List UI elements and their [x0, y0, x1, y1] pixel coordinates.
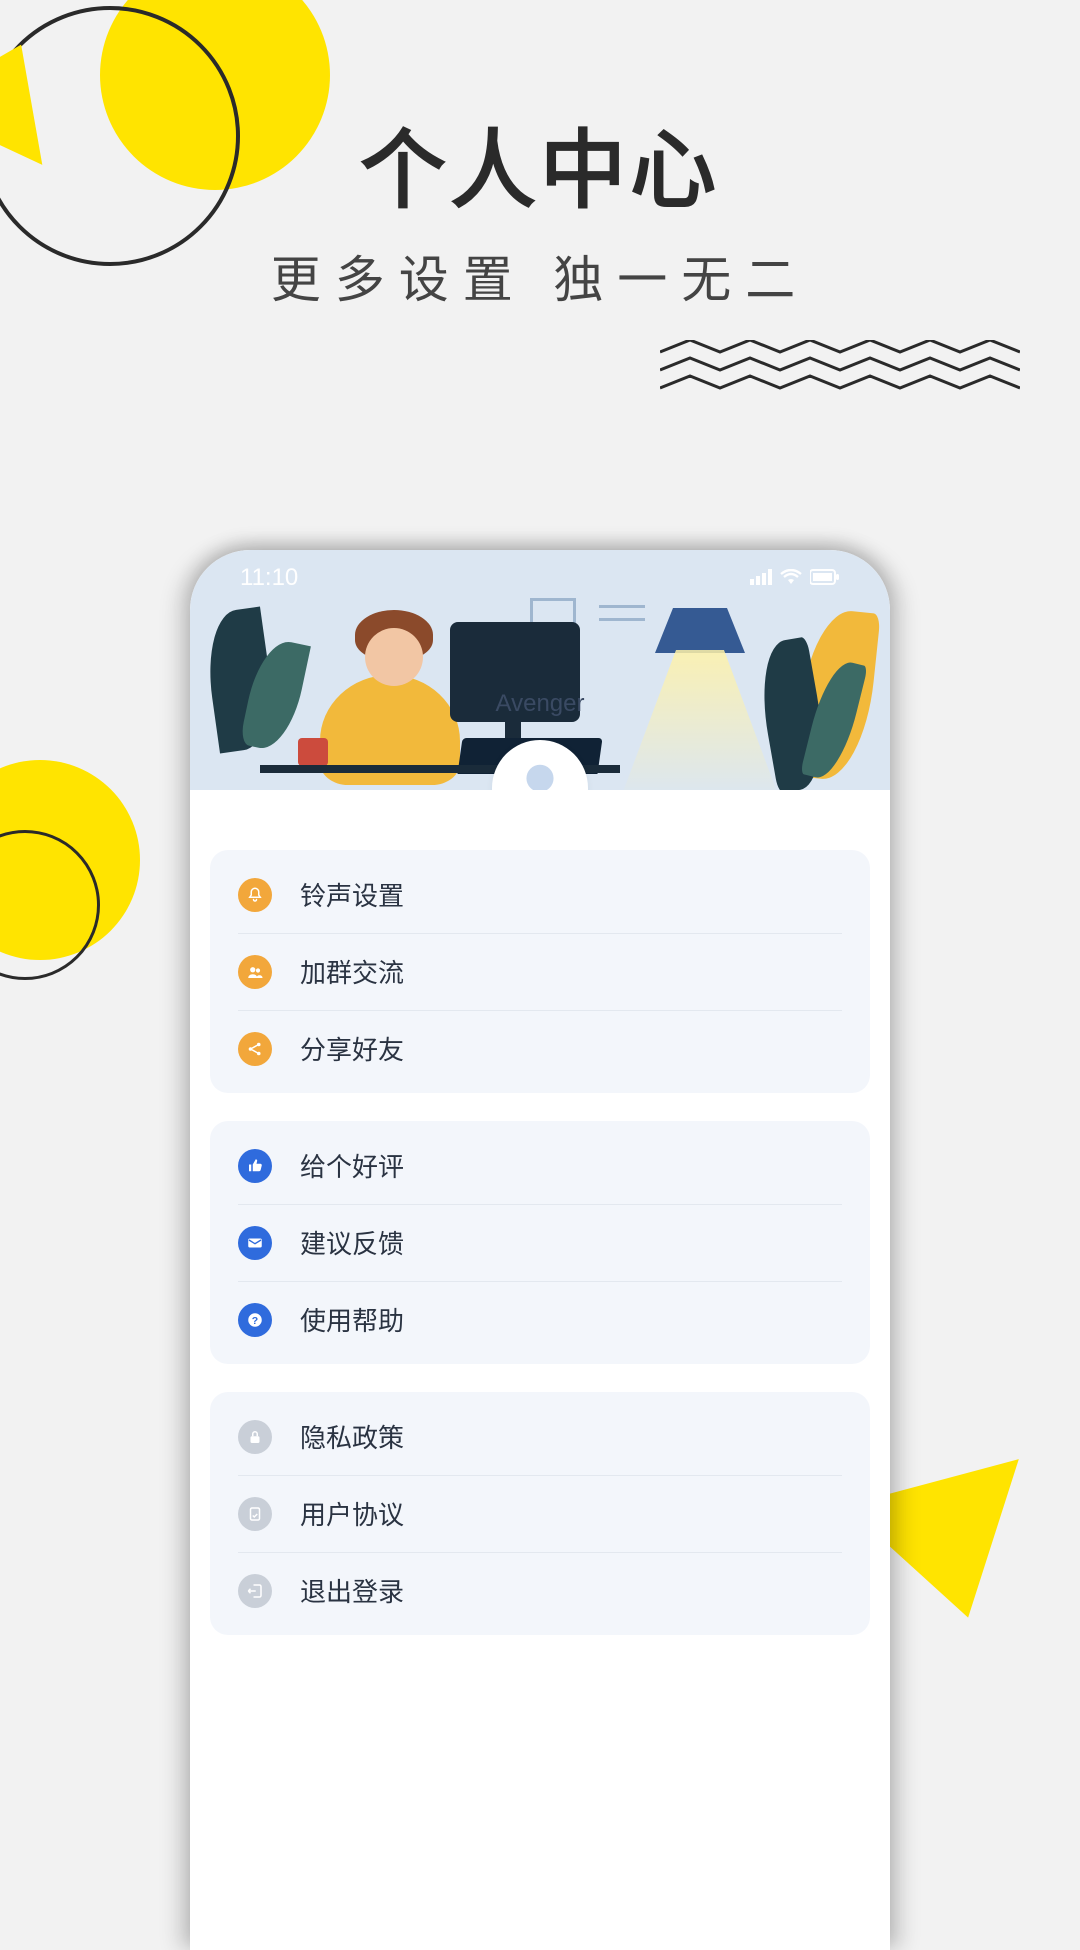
row-label: 铃声设置: [300, 876, 404, 913]
row-label: 用户协议: [300, 1495, 404, 1532]
row-label: 加群交流: [300, 953, 404, 990]
row-share[interactable]: 分享好友: [210, 1010, 870, 1087]
doc-icon: [238, 1497, 272, 1531]
settings-group-3: 隐私政策 用户协议 退出登录: [210, 1392, 870, 1635]
mail-icon: [238, 1226, 272, 1260]
page-title: 个人中心: [0, 100, 1080, 225]
settings-group-2: 给个好评 建议反馈 ? 使用帮助: [210, 1121, 870, 1364]
row-group-chat[interactable]: 加群交流: [210, 933, 870, 1010]
row-label: 退出登录: [300, 1572, 404, 1609]
username: Avenger: [496, 690, 585, 718]
row-help[interactable]: ? 使用帮助: [210, 1281, 870, 1358]
row-label: 建议反馈: [300, 1224, 404, 1261]
svg-text:?: ?: [252, 1314, 258, 1326]
row-label: 隐私政策: [300, 1418, 404, 1455]
thumb-icon: [238, 1149, 272, 1183]
settings-list: 铃声设置 加群交流 分享好友 给个好评: [190, 790, 890, 1635]
page-subtitle: 更多设置 独一无二: [0, 240, 1080, 312]
phone-header: 11:10 Avenger: [190, 550, 890, 790]
row-label: 使用帮助: [300, 1301, 404, 1338]
row-label: 给个好评: [300, 1147, 404, 1184]
row-label: 分享好友: [300, 1030, 404, 1067]
row-ringtone[interactable]: 铃声设置: [210, 856, 870, 933]
phone-frame: 11:10 Avenger: [190, 550, 890, 1950]
share-icon: [238, 1032, 272, 1066]
row-logout[interactable]: 退出登录: [210, 1552, 870, 1629]
logout-icon: [238, 1574, 272, 1608]
lock-icon: [238, 1420, 272, 1454]
row-feedback[interactable]: 建议反馈: [210, 1204, 870, 1281]
row-privacy[interactable]: 隐私政策: [210, 1398, 870, 1475]
group-icon: [238, 955, 272, 989]
settings-group-1: 铃声设置 加群交流 分享好友: [210, 850, 870, 1093]
row-agreement[interactable]: 用户协议: [210, 1475, 870, 1552]
zigzag-decoration: [660, 340, 1020, 400]
help-icon: ?: [238, 1303, 272, 1337]
avatar-icon: [509, 757, 571, 790]
bell-icon: [238, 878, 272, 912]
row-rate[interactable]: 给个好评: [210, 1127, 870, 1204]
